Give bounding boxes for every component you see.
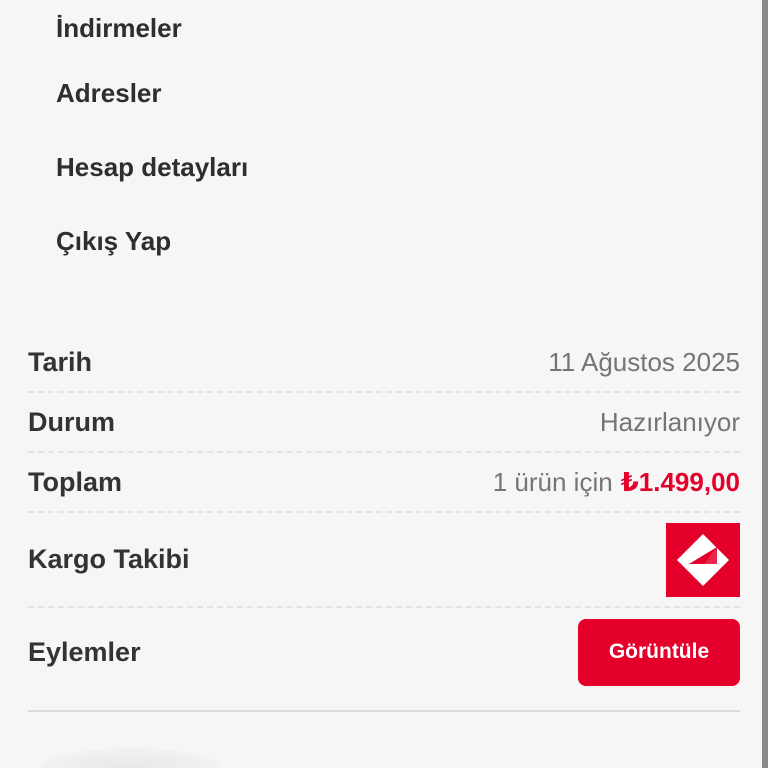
order-actions-row: Eylemler Görüntüle xyxy=(28,608,740,696)
order-total-price: ₺1.499,00 xyxy=(620,466,740,497)
order-detail-page: İndirmeler Adresler Hesap detayları Çıkı… xyxy=(0,0,768,768)
order-status-row: Durum Hazırlanıyor xyxy=(28,393,740,453)
cargo-logo-graphic xyxy=(677,533,729,586)
order-details-table: Tarih 11 Ağustos 2025 Durum Hazırlanıyor… xyxy=(28,333,740,696)
cargo-tracking-row: Kargo Takibi xyxy=(28,513,740,608)
order-total-value: 1 ürün için ₺1.499,00 xyxy=(493,467,740,498)
nav-item-addresses[interactable]: Adresler xyxy=(56,56,248,130)
nav-item-logout[interactable]: Çıkış Yap xyxy=(56,204,248,278)
section-divider xyxy=(28,710,740,712)
nav-item-account-details[interactable]: Hesap detayları xyxy=(56,130,248,204)
aras-kargo-logo-icon[interactable] xyxy=(666,522,740,597)
order-actions-label: Eylemler xyxy=(28,636,141,667)
order-date-row: Tarih 11 Ağustos 2025 xyxy=(28,333,740,393)
account-navigation: İndirmeler Adresler Hesap detayları Çıkı… xyxy=(56,0,248,278)
cargo-tracking-label: Kargo Takibi xyxy=(28,544,190,574)
view-order-button[interactable]: Görüntüle xyxy=(578,618,740,686)
next-card-shadow xyxy=(40,748,220,768)
order-status-value: Hazırlanıyor xyxy=(599,406,740,437)
order-total-row: Toplam 1 ürün için ₺1.499,00 xyxy=(28,453,740,513)
order-date-label: Tarih xyxy=(28,346,93,377)
order-date-value: 11 Ağustos 2025 xyxy=(548,346,740,377)
order-total-label: Toplam xyxy=(28,466,122,497)
window-edge xyxy=(762,0,768,768)
nav-item-downloads[interactable]: İndirmeler xyxy=(56,0,248,56)
order-status-label: Durum xyxy=(28,406,115,437)
order-total-item-count: 1 ürün için xyxy=(492,466,613,497)
